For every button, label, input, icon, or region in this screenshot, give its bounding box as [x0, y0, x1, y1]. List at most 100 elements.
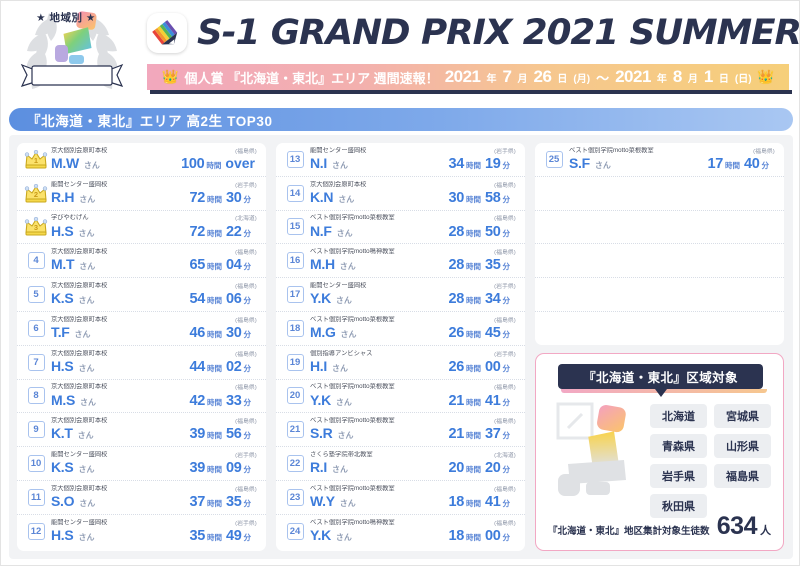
student-name: S.R	[310, 425, 333, 442]
entry-line: M.S さん 42 時間 33 分	[51, 392, 259, 409]
prefecture-label: (福島県)	[494, 249, 516, 257]
prefecture-label: (福島県)	[235, 316, 257, 324]
entry-info: 京大個別会原町本校 (福島県) S.O さん 37 時間 35 分	[49, 485, 259, 510]
rank-indicator: 19	[282, 353, 308, 371]
honorific: さん	[80, 397, 96, 407]
study-time: 26 時間 00 分	[448, 359, 518, 375]
page-root: ★ 地域別 ★ S-1 GRAND PRIX 2021 SUMMER 👑 個人賞…	[0, 0, 800, 566]
entry-info: ベスト個別学院motto鳴神教室 (福島県) M.H さん 28 時間 35 分	[308, 248, 518, 273]
minutes-value: 06	[225, 291, 242, 308]
minutes-unit: 分	[502, 194, 511, 204]
table-row: 21 ベスト個別学院motto菜根教室 (福島県) S.R さん 21 時間 37 分	[276, 413, 525, 448]
entry-info: 京大個別会原町本校 (福島県) M.W さん 100 時間 over	[49, 147, 259, 172]
honorific: さん	[339, 498, 356, 508]
rank-number: 6	[27, 319, 45, 337]
period-banner: 👑 個人賞 『北海道・東北』エリア 週間速報！ 2021 年 7 月 26 日 …	[147, 64, 792, 94]
prefecture-pill: 山形県	[714, 434, 771, 458]
honorific: さん	[340, 329, 357, 339]
hours-value: 39	[189, 426, 205, 443]
honorific: さん	[332, 160, 348, 170]
rank-number: 25	[545, 150, 563, 168]
table-row: 6 京大個別会原町本校 (福島県) T.F さん 46 時間 30 分	[17, 312, 266, 346]
honorific: さん	[332, 465, 348, 475]
table-row: 5 京大個別会原町本校 (福島県) K.S さん 54 時間 06 分	[17, 278, 266, 312]
prefecture-label: (岩手県)	[235, 181, 257, 189]
minutes-value: 22	[225, 223, 242, 240]
minutes-value: 20	[484, 460, 501, 477]
banner-end-day: 1	[703, 67, 713, 86]
prefecture-label: (岩手県)	[235, 452, 257, 459]
hours-value: 35	[189, 528, 205, 545]
student-name: M.G	[310, 323, 336, 340]
table-row: 24 ベスト個別学院motto鳴神教室 (福島県) Y.K さん 18 時間 00 分	[276, 515, 525, 549]
banner-end-month: 8	[672, 67, 682, 86]
table-row: 14 京大個別会原町本校 (福島県) K.N さん 30 時間 58 分	[276, 177, 525, 211]
hours-value: 20	[448, 460, 464, 477]
entry-line: K.S さん 39 時間 09 分	[51, 459, 259, 476]
study-time: 28 時間 50 分	[448, 224, 518, 240]
student-name: R.I	[310, 459, 327, 476]
prefecture-label: (福島県)	[494, 181, 516, 189]
prefecture-pill: 岩手県	[650, 464, 707, 488]
rank-number: 7	[27, 353, 45, 371]
table-row: 9 京大個別会原町本校 (福島県) K.T さん 39 時間 56 分	[17, 413, 266, 448]
rank-number: 21	[286, 421, 304, 439]
hours-unit: 時間	[465, 228, 481, 238]
rank-indicator: 11	[23, 488, 49, 506]
student-name: K.S	[51, 459, 74, 476]
school-name: 京大個別会原町本校	[310, 180, 367, 188]
entry-line: K.T さん 39 時間 56 分	[51, 425, 259, 442]
banner-end-dow: (日)	[734, 73, 752, 85]
rank-indicator: 23	[282, 488, 308, 506]
student-name: N.I	[310, 154, 327, 171]
table-row: 3 学びやむげん (北海道) H.S さん 72 時間 22 分	[17, 211, 266, 245]
study-time: 28 時間 35 分	[448, 257, 518, 273]
table-row: 7 京大個別会原町本校 (福島県) H.S さん 44 時間 02 分	[17, 346, 266, 380]
prefecture-list: 北海道 宮城県 青森県 山形県 岩手県 福島県 秋田県	[650, 404, 772, 524]
region-panel: 『北海道・東北』区域対象 北海道 宮城県 青森県 山形県 岩手県福島県 秋田県 …	[535, 353, 784, 551]
study-time: 39 時間 56 分	[189, 426, 259, 442]
rank-number: 13	[286, 150, 304, 168]
prefecture-pill: 宮城県	[714, 404, 771, 428]
ranking-row-empty	[535, 278, 784, 312]
student-name: Y.K	[310, 391, 331, 408]
minutes-value: 41	[484, 493, 501, 510]
minutes-value: over	[225, 154, 255, 171]
honorific: さん	[78, 533, 95, 543]
entry-line: M.H さん 28 時間 35 分	[310, 256, 518, 273]
table-row: 22 さくら塾学院帯北教室 (北海道) R.I さん 20 時間 20 分	[276, 447, 525, 481]
minutes-value: 50	[484, 223, 501, 240]
prefecture-label: (福島県)	[494, 520, 516, 527]
entry-info: ベスト個別学院motto菜根教室 (福島県) S.F さん 17 時間 40 分	[567, 147, 777, 172]
rank-number: 15	[286, 218, 304, 236]
entry-info: 能開センター盛岡校 (岩手県) H.S さん 35 時間 49 分	[49, 519, 259, 544]
honorific: さん	[78, 296, 95, 306]
school-name: 京大個別会原町本校	[51, 146, 108, 154]
banner-range-separator: 〜	[596, 70, 610, 86]
ranking-column-1: 1 京大個別会原町本校 (福島県) M.W さん 100 時間 over 2 能開センター盛岡校(…	[17, 143, 266, 551]
rank-indicator: 7	[23, 353, 49, 371]
rank-indicator: 22	[282, 455, 308, 473]
entry-line: R.H さん 72 時間 30 分	[51, 189, 259, 206]
rank-number: 17	[286, 286, 304, 304]
rank-indicator: 2	[23, 183, 49, 203]
rank-number: 14	[286, 184, 304, 202]
minutes-value: 30	[225, 324, 242, 341]
rank-indicator: 15	[282, 218, 308, 236]
school-name: 学びやむげん	[51, 214, 89, 222]
minutes-value: 19	[484, 155, 501, 172]
rank-indicator: 17	[282, 286, 308, 304]
entry-info: 能開センター盛岡校 (岩手県) R.H さん 72 時間 30 分	[49, 181, 259, 206]
minutes-unit: 分	[243, 228, 252, 238]
entry-line: Y.K さん 28 時間 34 分	[310, 290, 518, 307]
entry-line: T.F さん 46 時間 30 分	[51, 324, 259, 341]
hours-unit: 時間	[465, 160, 481, 170]
region-panel-title: 『北海道・東北』区域対象	[558, 364, 767, 397]
prefecture-label: (福島県)	[235, 350, 257, 358]
minutes-value: 30	[225, 189, 242, 206]
table-row: 17 能開センター盛岡校 (岩手県) Y.K さん 28 時間 34 分	[276, 278, 525, 312]
school-name: 京大個別会原町本校	[51, 484, 108, 492]
entry-info: ベスト個別学院motto菜根教室 (福島県) S.R さん 21 時間 37 分	[308, 417, 518, 442]
study-time: 21 時間 37 分	[448, 426, 518, 442]
hours-value: 18	[448, 528, 464, 545]
